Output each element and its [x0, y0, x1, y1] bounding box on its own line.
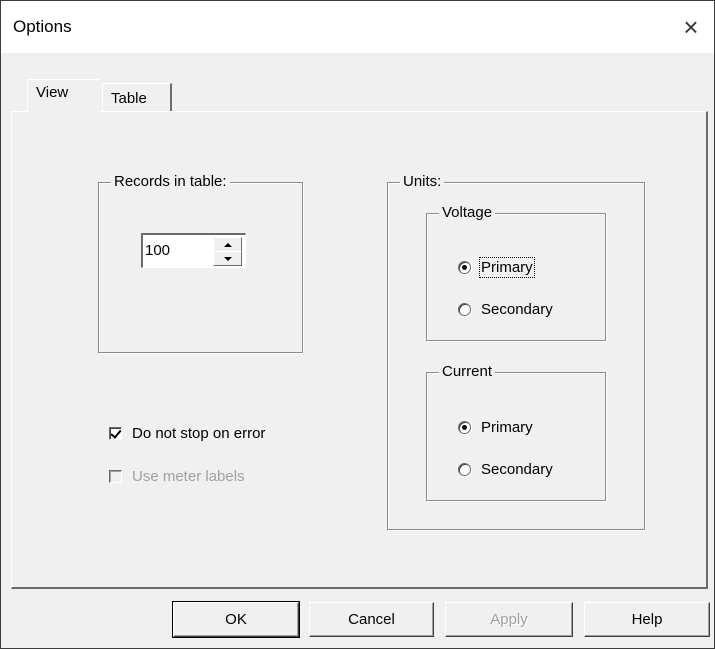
current-secondary-option[interactable]: Secondary: [458, 461, 553, 478]
current-group: Current: [426, 362, 606, 501]
apply-button[interactable]: Apply: [445, 602, 573, 637]
options-dialog: Options × View Table Records in table: D…: [0, 0, 715, 649]
voltage-primary-radio[interactable]: [458, 261, 471, 274]
spin-down-button[interactable]: [213, 251, 242, 266]
voltage-secondary-label: Secondary: [481, 301, 553, 318]
close-icon[interactable]: ×: [668, 1, 714, 53]
stop-on-error-label: Do not stop on error: [132, 425, 266, 442]
window-title: Options: [13, 17, 72, 36]
ok-button[interactable]: OK: [172, 601, 300, 638]
cancel-button[interactable]: Cancel: [309, 602, 434, 637]
meter-labels-label: Use meter labels: [132, 468, 245, 485]
records-spinner[interactable]: [141, 233, 246, 268]
current-secondary-radio[interactable]: [458, 463, 471, 476]
current-secondary-label: Secondary: [481, 461, 553, 478]
records-group-label: Records in table:: [111, 172, 230, 192]
records-input[interactable]: [145, 238, 209, 264]
stop-on-error-checkbox[interactable]: [109, 427, 122, 440]
voltage-secondary-radio[interactable]: [458, 303, 471, 316]
voltage-primary-label: Primary: [479, 257, 535, 278]
title-bar: Options ×: [1, 1, 714, 53]
current-primary-radio[interactable]: [458, 421, 471, 434]
meter-labels-option[interactable]: Use meter labels: [109, 468, 245, 485]
help-button[interactable]: Help: [584, 602, 710, 637]
current-primary-option[interactable]: Primary: [458, 419, 533, 436]
meter-labels-checkbox[interactable]: [109, 470, 122, 483]
units-group-label: Units:: [400, 172, 445, 192]
arrow-up-icon: [223, 242, 232, 247]
tab-view[interactable]: View: [27, 79, 100, 113]
spin-up-button[interactable]: [213, 237, 242, 252]
voltage-group-label: Voltage: [439, 203, 496, 223]
tab-table[interactable]: Table: [102, 83, 172, 111]
current-primary-label: Primary: [481, 419, 533, 436]
current-group-label: Current: [439, 362, 496, 382]
arrow-down-icon: [223, 256, 232, 261]
stop-on-error-option[interactable]: Do not stop on error: [109, 425, 265, 442]
voltage-primary-option[interactable]: Primary: [458, 257, 535, 278]
voltage-secondary-option[interactable]: Secondary: [458, 301, 553, 318]
voltage-group: Voltage: [426, 203, 606, 341]
